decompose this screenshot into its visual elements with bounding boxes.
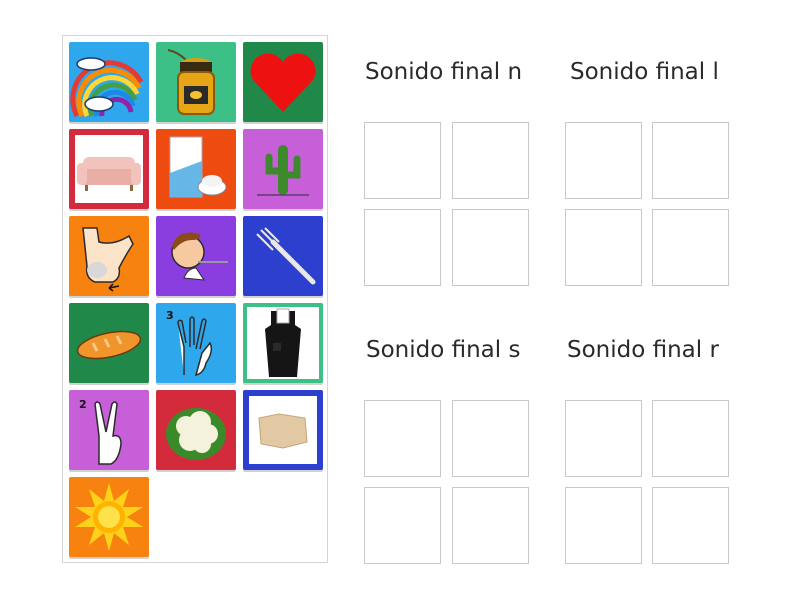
tile-foot[interactable]	[69, 216, 149, 296]
tile-flour[interactable]	[156, 129, 236, 209]
heart-icon	[250, 53, 316, 112]
drop-slot-final-l[interactable]	[565, 122, 642, 199]
tile-bread[interactable]	[69, 303, 149, 383]
flour-icon	[169, 136, 227, 198]
tile-apron[interactable]	[243, 303, 323, 383]
three-fingers-icon	[177, 316, 213, 377]
two-fingers-icon	[94, 401, 122, 465]
tile-sofa[interactable]	[69, 129, 149, 209]
tile-palette: 3 2	[62, 35, 328, 563]
group-title-final-l: Sonido final l	[570, 59, 719, 85]
drop-slot-final-r[interactable]	[652, 487, 729, 564]
fork-icon	[256, 227, 316, 285]
paper-icon	[249, 396, 317, 464]
drop-slot-final-l[interactable]	[652, 209, 729, 286]
drop-slot-final-n[interactable]	[452, 209, 529, 286]
sun-icon	[75, 483, 143, 551]
group-title-final-s: Sonido final s	[366, 337, 521, 363]
drop-slot-final-r[interactable]	[565, 487, 642, 564]
drop-slot-final-s[interactable]	[364, 487, 441, 564]
drop-slot-final-n[interactable]	[364, 209, 441, 286]
drop-slot-final-r[interactable]	[652, 400, 729, 477]
drop-slot-final-s[interactable]	[452, 400, 529, 477]
tile-sun[interactable]	[69, 477, 149, 557]
apron-icon	[247, 307, 319, 379]
tile-honey-jar[interactable]	[156, 42, 236, 122]
cauliflower-icon	[166, 408, 226, 460]
rainbow-icon	[70, 57, 144, 118]
drop-slot-final-s[interactable]	[452, 487, 529, 564]
drop-slot-final-r[interactable]	[565, 400, 642, 477]
tile-rainbow[interactable]	[69, 42, 149, 122]
tile-fork[interactable]	[243, 216, 323, 296]
drop-slot-final-l[interactable]	[652, 122, 729, 199]
cactus-icon	[257, 145, 309, 196]
boy-eating-icon	[171, 232, 228, 281]
group-title-final-r: Sonido final r	[567, 337, 719, 363]
bread-icon	[76, 330, 142, 360]
honey-jar-icon	[167, 49, 215, 115]
tile-cactus[interactable]	[243, 129, 323, 209]
tile-paper[interactable]	[243, 390, 323, 470]
tile-three-fingers[interactable]: 3	[156, 303, 236, 383]
tile-cauliflower[interactable]	[156, 390, 236, 470]
tile-heart[interactable]	[243, 42, 323, 122]
drop-slot-final-l[interactable]	[565, 209, 642, 286]
tile-boy-eating[interactable]	[156, 216, 236, 296]
drop-slot-final-n[interactable]	[364, 122, 441, 199]
tile-two-fingers[interactable]: 2	[69, 390, 149, 470]
drop-slot-final-n[interactable]	[452, 122, 529, 199]
sofa-icon	[75, 135, 143, 203]
drop-slot-final-s[interactable]	[364, 400, 441, 477]
group-title-final-n: Sonido final n	[365, 59, 523, 85]
foot-icon	[82, 227, 134, 292]
